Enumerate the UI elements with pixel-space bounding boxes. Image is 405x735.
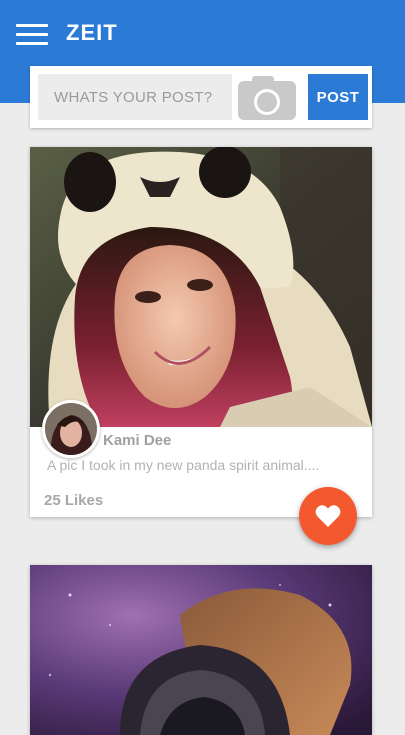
post-card xyxy=(30,565,372,735)
menu-icon-line xyxy=(16,42,48,45)
post-photo[interactable] xyxy=(30,147,372,427)
like-button[interactable] xyxy=(299,487,357,545)
author-name[interactable]: Kami Dee xyxy=(103,432,171,449)
like-count: 25 Likes xyxy=(44,492,104,509)
post-photo[interactable] xyxy=(30,565,372,735)
camera-icon[interactable] xyxy=(238,76,296,120)
menu-icon[interactable] xyxy=(16,24,48,46)
post-caption: A pic I took in my new panda spirit anim… xyxy=(47,457,320,473)
post-composer: POST xyxy=(30,66,372,128)
app-title: ZEIT xyxy=(66,20,118,45)
heart-icon xyxy=(315,505,341,527)
post-button[interactable]: POST xyxy=(308,74,368,120)
post-card: Kami Dee A pic I took in my new panda sp… xyxy=(30,147,372,517)
menu-icon-line xyxy=(16,33,48,36)
avatar[interactable] xyxy=(42,400,100,458)
menu-icon-line xyxy=(16,24,48,27)
post-input[interactable] xyxy=(38,74,232,120)
